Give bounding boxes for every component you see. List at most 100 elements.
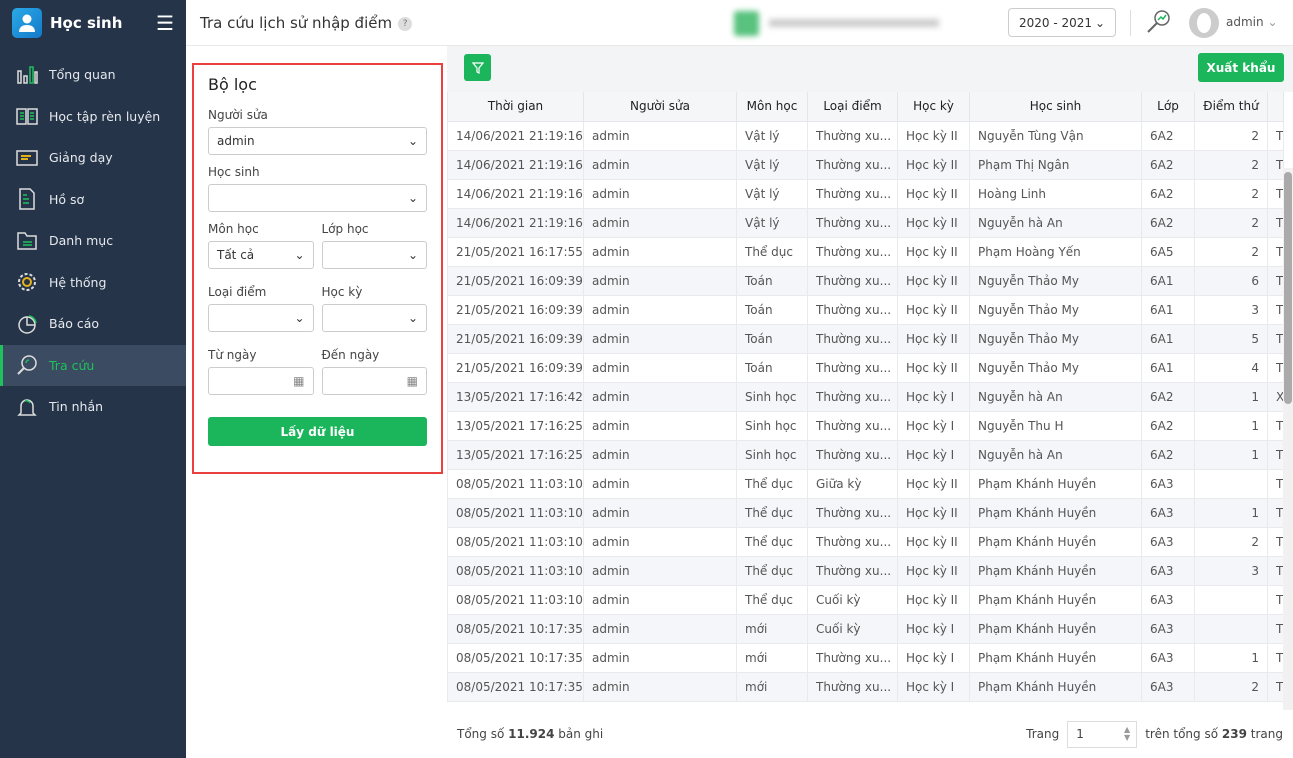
table-cell: Thể dục xyxy=(736,526,808,557)
table-cell: Nguyễn Thảo My xyxy=(969,323,1142,354)
table-row[interactable]: 14/06/2021 21:19:16 admin Vật lý Thường xu.… xyxy=(447,178,1284,209)
sidebar-item-1[interactable]: Tổng quan xyxy=(0,54,186,96)
table-row[interactable]: 08/05/2021 10:17:35 admin mới Thường xu... H… xyxy=(447,671,1284,702)
table-row[interactable]: 08/05/2021 11:03:10 admin Thể dục Cuối kỳ Họ… xyxy=(447,584,1284,615)
vertical-scrollbar[interactable] xyxy=(1283,168,1293,710)
table-row[interactable]: 08/05/2021 11:03:10 admin Thể dục Giữa kỳ Họ… xyxy=(447,468,1284,499)
table-row[interactable]: 14/06/2021 21:19:16 admin Vật lý Thường xu.… xyxy=(447,120,1284,151)
table-cell: Thường xu... xyxy=(807,671,898,702)
chevron-down-icon: ⌄ xyxy=(1094,15,1105,30)
help-icon[interactable]: ? xyxy=(398,16,413,31)
table-row[interactable]: 13/05/2021 17:16:42 admin Sinh học Thường x… xyxy=(447,381,1284,412)
get-data-button[interactable]: Lấy dữ liệu xyxy=(208,417,427,446)
table-cell: Nguyễn hà An xyxy=(969,381,1142,412)
stepper-icon[interactable]: ▲ ▼ xyxy=(1124,726,1130,742)
to-date-input[interactable]: ▦ xyxy=(321,367,427,395)
page-input[interactable]: 1 ▲ ▼ xyxy=(1067,720,1138,748)
table-row[interactable]: 08/05/2021 11:03:10 admin Thể dục Thường xu… xyxy=(447,526,1284,557)
table-cell: 6A3 xyxy=(1141,497,1195,528)
table-cell: Th xyxy=(1267,555,1284,586)
table-cell: admin xyxy=(583,671,737,702)
table-cell: Thường xu... xyxy=(807,323,898,354)
table-cell: 6A1 xyxy=(1141,323,1195,354)
table-cell: Th xyxy=(1267,642,1284,673)
table-cell: 08/05/2021 10:17:35 xyxy=(447,671,584,702)
avatar[interactable] xyxy=(1189,8,1219,38)
table-cell: Th xyxy=(1267,207,1284,238)
search-analytics-icon[interactable] xyxy=(1144,8,1172,39)
table-cell: Học kỳ II xyxy=(897,468,970,499)
table-cell: Phạm Khánh Huyền xyxy=(969,613,1142,644)
table-row[interactable]: 08/05/2021 11:03:10 admin Thể dục Thường xu… xyxy=(447,497,1284,528)
student-select[interactable]: ⌄ xyxy=(208,184,427,212)
class-select[interactable]: ⌄ xyxy=(321,241,427,269)
sidebar-item-label: Danh mục xyxy=(49,233,114,249)
table-cell: 6A3 xyxy=(1141,642,1195,673)
from-date-label: Từ ngày xyxy=(208,348,257,362)
funnel-icon xyxy=(471,61,484,74)
table-cell: admin xyxy=(583,294,737,325)
table-cell: 2 xyxy=(1194,120,1268,151)
table-row[interactable]: 21/05/2021 16:09:39 admin Toán Thường xu...… xyxy=(447,265,1284,296)
column-header[interactable]: Học sinh xyxy=(969,92,1142,122)
table-row[interactable]: 13/05/2021 17:16:25 admin Sinh học Thường x… xyxy=(447,410,1284,441)
table-row[interactable]: 08/05/2021 11:03:10 admin Thể dục Thường xu… xyxy=(447,555,1284,586)
column-header[interactable]: Lớp xyxy=(1141,92,1195,122)
sidebar-item-9[interactable]: Tin nhắn xyxy=(0,386,186,428)
sidebar-item-2[interactable]: Học tập rèn luyện xyxy=(0,96,186,138)
table-row[interactable]: 14/06/2021 21:19:16 admin Vật lý Thường xu.… xyxy=(447,149,1284,180)
filter-toggle-button[interactable] xyxy=(464,54,491,81)
table-cell: admin xyxy=(583,120,737,151)
column-header[interactable]: Điểm thứ xyxy=(1194,92,1268,122)
gear-icon xyxy=(18,273,36,292)
editor-select[interactable]: admin ⌄ xyxy=(208,127,427,155)
pagination: Trang 1 ▲ ▼ trên tổng số 239 trang xyxy=(1026,720,1283,748)
table-row[interactable]: 08/05/2021 10:17:35 admin mới Thường xu... H… xyxy=(447,642,1284,673)
column-header[interactable]: Môn học xyxy=(736,92,808,122)
menu-toggle-icon[interactable]: ☰ xyxy=(156,11,174,35)
table-row[interactable]: 21/05/2021 16:17:55 admin Thể dục Thường xu… xyxy=(447,236,1284,267)
subject-select[interactable]: Tất cả ⌄ xyxy=(208,241,314,269)
table-cell: 2 xyxy=(1194,178,1268,209)
sidebar-item-5[interactable]: Danh mục xyxy=(0,220,186,262)
table-row[interactable]: 14/06/2021 21:19:16 admin Vật lý Thường xu.… xyxy=(447,207,1284,238)
sidebar-item-4[interactable]: Hồ sơ xyxy=(0,179,186,221)
table-row[interactable]: 21/05/2021 16:09:39 admin Toán Thường xu...… xyxy=(447,323,1284,354)
table-cell: Toán xyxy=(736,323,808,354)
from-date-input[interactable]: ▦ xyxy=(208,367,314,395)
sidebar-item-7[interactable]: Báo cáo xyxy=(0,303,186,345)
table-cell: Th xyxy=(1267,149,1284,180)
export-button[interactable]: Xuất khẩu xyxy=(1198,53,1284,82)
class-label: Lớp học xyxy=(321,222,369,236)
table-row[interactable]: 21/05/2021 16:09:39 admin Toán Thường xu...… xyxy=(447,294,1284,325)
table-row[interactable]: 08/05/2021 10:17:35 admin mới Cuối kỳ Học kỳ… xyxy=(447,613,1284,644)
score-type-select[interactable]: ⌄ xyxy=(208,304,314,332)
table-cell: admin xyxy=(583,323,737,354)
column-header[interactable]: Loại điểm xyxy=(807,92,898,122)
table-cell: mới xyxy=(736,642,808,673)
app-name: Học sinh xyxy=(50,14,123,32)
column-header[interactable]: Người sửa xyxy=(583,92,737,122)
table-row[interactable]: 13/05/2021 17:16:25 admin Sinh học Thường x… xyxy=(447,439,1284,470)
score-type-label: Loại điểm xyxy=(208,285,267,299)
table-cell: Thường xu... xyxy=(807,120,898,151)
table-cell: Th xyxy=(1267,410,1284,441)
chevron-down-icon: ⌄ xyxy=(407,134,418,148)
sidebar-item-6[interactable]: Hệ thống xyxy=(0,262,186,304)
table-cell: Th xyxy=(1267,236,1284,267)
table-cell: 2 xyxy=(1194,236,1268,267)
table-row[interactable]: 21/05/2021 16:09:39 admin Toán Thường xu...… xyxy=(447,352,1284,383)
table-cell: admin xyxy=(583,149,737,180)
term-select[interactable]: ⌄ xyxy=(321,304,427,332)
sidebar-item-8[interactable]: Tra cứu xyxy=(0,344,186,386)
column-header[interactable] xyxy=(1267,92,1284,122)
column-header[interactable]: Thời gian xyxy=(447,92,584,122)
sidebar-item-3[interactable]: Giảng dạy xyxy=(0,137,186,179)
school-year-select[interactable]: 2020 - 2021 ⌄ xyxy=(1008,8,1116,37)
page-value: 1 xyxy=(1076,727,1084,741)
column-header[interactable]: Học kỳ xyxy=(897,92,970,122)
total-records: Tổng số 11.924 bản ghi xyxy=(457,727,604,741)
user-menu[interactable]: admin ⌄ xyxy=(1226,15,1278,29)
results-area: Xuất khẩu Thời gian Người sửa Môn học Loại … xyxy=(447,46,1293,758)
page-title: Tra cứu lịch sử nhập điểm? xyxy=(200,14,413,32)
